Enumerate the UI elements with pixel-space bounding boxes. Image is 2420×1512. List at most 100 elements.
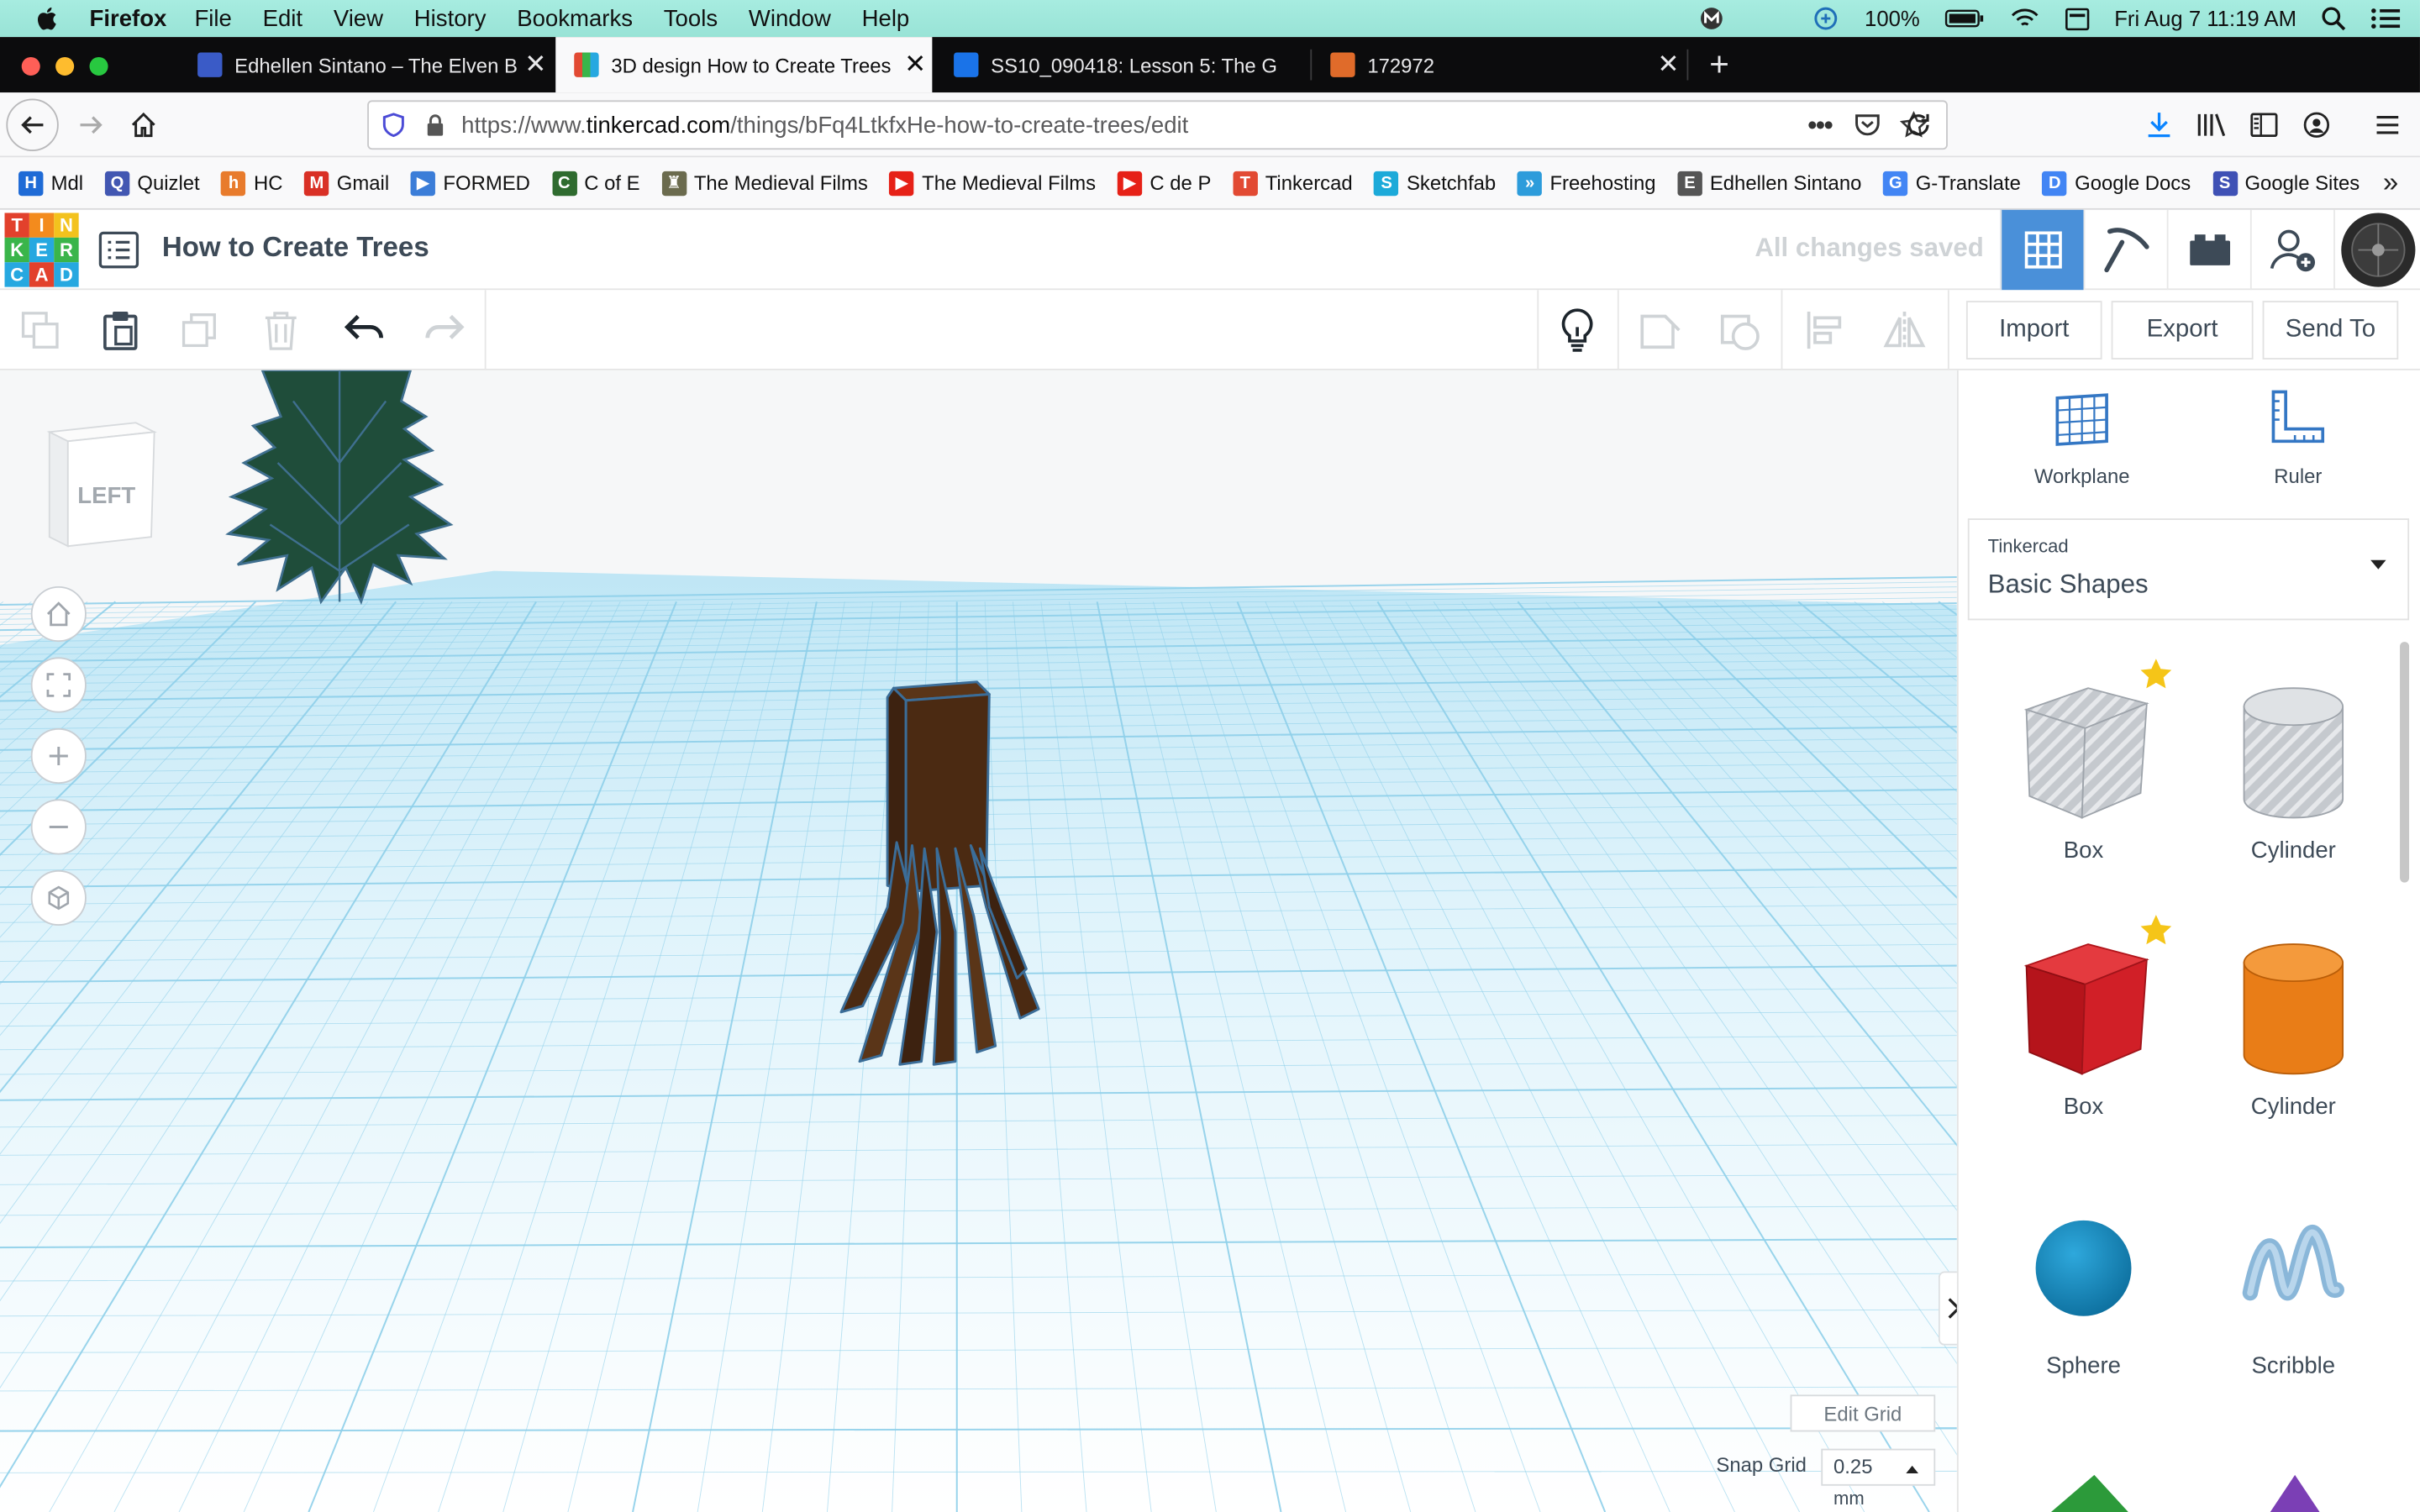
shape-scribble[interactable]: Scribble	[2201, 1200, 2386, 1379]
bookmark-item[interactable]: ▶ The Medieval Films	[889, 170, 1096, 196]
lock-icon[interactable]	[424, 113, 446, 137]
window-close-button[interactable]	[21, 56, 40, 76]
menu-history[interactable]: History	[414, 5, 487, 31]
bookmark-item[interactable]: h HC	[221, 170, 282, 196]
view-cube[interactable]: LEFT	[37, 417, 160, 555]
sync-cloud-icon[interactable]	[1812, 6, 1840, 30]
favorite-star-icon[interactable]	[2139, 913, 2173, 947]
redo-button[interactable]	[420, 306, 470, 355]
3d-workplane-viewport[interactable]: LEFT Edit Grid Snap Grid 0.25 mm	[0, 370, 1957, 1512]
notification-center-icon[interactable]	[2370, 6, 2402, 30]
home-view-button[interactable]	[30, 585, 87, 643]
spotlight-search-icon[interactable]	[2321, 6, 2346, 31]
tree-trunk-object[interactable]	[826, 675, 1058, 1092]
battery-icon[interactable]	[1944, 6, 1985, 30]
tab-172972[interactable]: 172972 ✕	[1312, 37, 1685, 92]
menubar-app-name[interactable]: Firefox	[90, 5, 167, 31]
tinkercad-logo[interactable]: TINKERCAD	[4, 213, 79, 287]
account-button[interactable]	[2293, 102, 2339, 148]
zoom-in-button[interactable]	[30, 727, 87, 785]
show-all-button[interactable]	[1553, 306, 1602, 355]
bookmark-item[interactable]: ▶ C de P	[1117, 170, 1211, 196]
bookmark-item[interactable]: S Sketchfab	[1374, 170, 1496, 196]
user-avatar[interactable]	[2333, 209, 2420, 291]
close-tab-icon[interactable]: ✕	[1651, 50, 1685, 81]
shape-cylinder[interactable]: Cylinder	[2201, 932, 2386, 1120]
delete-button[interactable]	[256, 306, 306, 355]
menu-bookmarks[interactable]: Bookmarks	[517, 5, 633, 31]
ungroup-button[interactable]	[1716, 306, 1765, 355]
mirror-button[interactable]	[1880, 306, 1929, 355]
reload-button[interactable]	[1895, 102, 1941, 148]
invite-user-button[interactable]	[2249, 209, 2333, 291]
paste-button[interactable]	[96, 306, 145, 355]
bookmark-item[interactable]: Q Quizlet	[104, 170, 200, 196]
tracking-shield-icon[interactable]	[381, 113, 406, 138]
menu-window[interactable]: Window	[749, 5, 831, 31]
tab-tinkercad-design[interactable]: 3D design How to Create Trees ✕	[555, 37, 933, 93]
workplane-tool[interactable]: Workplane	[1990, 389, 2175, 487]
window-minimize-button[interactable]	[55, 56, 75, 76]
blocks-button[interactable]	[2083, 209, 2167, 291]
roof-shape-icon[interactable]	[2050, 1474, 2128, 1512]
shape-library-dropdown[interactable]: Tinkercad Basic Shapes	[1967, 518, 2410, 621]
undo-button[interactable]	[339, 306, 389, 355]
home-button[interactable]	[120, 102, 166, 148]
panel-scrollbar[interactable]	[2400, 642, 2410, 883]
calendar-menu-icon[interactable]	[2065, 6, 2090, 31]
import-button[interactable]: Import	[1965, 301, 2102, 360]
bookmark-item[interactable]: T Tinkercad	[1233, 170, 1353, 196]
duplicate-button[interactable]	[176, 306, 225, 355]
3d-view-button[interactable]	[2000, 209, 2084, 291]
fit-view-button[interactable]	[30, 657, 87, 713]
bookmark-item[interactable]: » Freehosting	[1517, 170, 1656, 196]
edit-grid-button[interactable]: Edit Grid	[1790, 1394, 1936, 1432]
design-list-icon[interactable]	[98, 231, 139, 269]
collapse-panel-button[interactable]	[1938, 1271, 1957, 1346]
menubar-clock[interactable]: Fri Aug 7 11:19 AM	[2114, 6, 2296, 30]
bookmark-item[interactable]: M Gmail	[304, 170, 389, 196]
shape-cylinder-hole[interactable]: Cylinder	[2201, 675, 2386, 864]
tab-edhellen[interactable]: Edhellen Sintano – The Elven B ✕	[179, 37, 552, 92]
bookmark-item[interactable]: ▶ FORMED	[410, 170, 530, 196]
close-tab-icon[interactable]: ✕	[518, 50, 552, 81]
ruler-tool[interactable]: Ruler	[2206, 389, 2391, 487]
favorite-star-icon[interactable]	[2139, 657, 2173, 690]
design-title[interactable]: How to Create Trees	[162, 232, 429, 265]
snap-grid-select[interactable]: 0.25	[1821, 1448, 1936, 1486]
pine-tree-object[interactable]	[216, 370, 463, 633]
bookmark-item[interactable]: E Edhellen Sintano	[1677, 170, 1861, 196]
forward-button[interactable]	[68, 102, 114, 148]
bookmark-item[interactable]: S Google Sites	[2212, 170, 2360, 196]
downloads-button[interactable]	[2136, 102, 2182, 148]
menu-edit[interactable]: Edit	[263, 5, 302, 31]
zoom-out-button[interactable]	[30, 799, 87, 855]
malwarebytes-icon[interactable]	[1698, 6, 1726, 30]
bookmark-item[interactable]: G G-Translate	[1883, 170, 2021, 196]
bookmark-item[interactable]: ♜ The Medieval Films	[661, 170, 868, 196]
bookmark-item[interactable]: C C of E	[551, 170, 640, 196]
export-button[interactable]: Export	[2111, 301, 2254, 360]
menu-view[interactable]: View	[334, 5, 383, 31]
perspective-toggle-button[interactable]	[30, 869, 87, 927]
sidebar-toggle-button[interactable]	[2241, 102, 2287, 148]
menu-file[interactable]: File	[194, 5, 231, 31]
bookmark-item[interactable]: D Google Docs	[2042, 170, 2191, 196]
send-to-button[interactable]: Send To	[2262, 301, 2399, 360]
page-actions-icon[interactable]: •••	[1807, 108, 1833, 141]
copy-button[interactable]	[15, 306, 65, 355]
library-button[interactable]	[2188, 102, 2234, 148]
shape-box-hole[interactable]: Box	[1991, 675, 2175, 864]
menu-tools[interactable]: Tools	[664, 5, 718, 31]
apple-icon[interactable]	[34, 5, 61, 33]
pyramid-shape-icon[interactable]	[2264, 1474, 2325, 1512]
align-button[interactable]	[1800, 306, 1849, 355]
app-menu-button[interactable]	[2365, 102, 2411, 148]
window-zoom-button[interactable]	[89, 56, 108, 76]
close-tab-icon[interactable]: ✕	[898, 50, 932, 81]
pocket-icon[interactable]	[1854, 111, 1881, 139]
wifi-icon[interactable]	[2009, 6, 2040, 30]
new-tab-button[interactable]: +	[1697, 37, 1740, 92]
shape-box[interactable]: Box	[1991, 932, 2175, 1120]
url-bar[interactable]: https://www.tinkercad.com/things/bFq4Ltk…	[367, 100, 1948, 150]
